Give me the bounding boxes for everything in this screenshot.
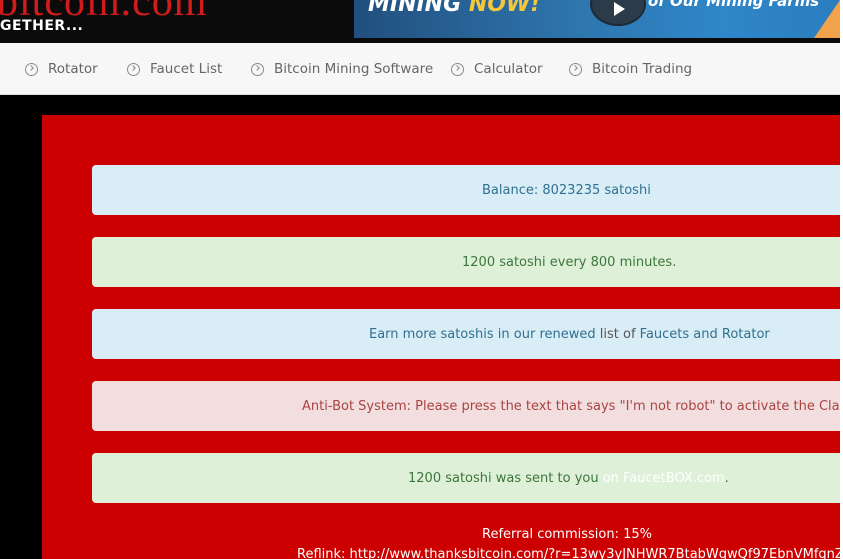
sent-text-wrap: 1200 satoshi was sent to you on FaucetBO… — [408, 471, 729, 486]
referral-link[interactable]: Reflink: http://www.thanksbitcoin.com/?r… — [297, 547, 843, 559]
earn-more-alert: Earn more satoshis in our renewed list o… — [92, 309, 843, 359]
chevron-circle-right-icon — [127, 62, 140, 76]
earn-more-list-text: list — [599, 326, 619, 342]
nav-item-label: Calculator — [474, 61, 543, 77]
nav-item-calculator[interactable]: Calculator — [451, 59, 543, 79]
site-header: bitcoin.com GETHER... MINING NOW! of Our… — [0, 0, 840, 43]
reward-alert: 1200 satoshi every 800 minutes. — [92, 237, 843, 287]
chevron-circle-right-icon — [251, 62, 264, 76]
play-icon[interactable] — [590, 0, 646, 26]
nav-item-rotator[interactable]: Rotator — [25, 59, 98, 79]
banner-corner-accent — [814, 0, 840, 38]
banner-headline-white: MINING — [368, 0, 462, 17]
sent-alert: 1200 satoshi was sent to you on FaucetBO… — [92, 453, 843, 503]
chevron-circle-right-icon — [25, 62, 38, 76]
banner-headline-yellow: NOW! — [468, 0, 541, 17]
earn-more-of-text: of — [623, 326, 636, 342]
nav-item-label: Rotator — [48, 61, 98, 77]
sent-text: 1200 satoshi was sent to you — [408, 470, 599, 486]
antibot-text: Anti-Bot System: Please press the text t… — [302, 398, 843, 414]
reward-text: 1200 satoshi every 800 minutes. — [462, 254, 677, 270]
nav-item-label: Faucet List — [150, 61, 223, 77]
earn-more-text: Earn more satoshis in our renewed list o… — [369, 327, 770, 342]
antibot-alert: Anti-Bot System: Please press the text t… — [92, 381, 843, 431]
balance-text: Balance: 8023235 satoshi — [482, 182, 651, 198]
chevron-circle-right-icon — [451, 62, 464, 76]
banner-subtext: of Our Mining Farms — [648, 0, 820, 10]
banner-headline: MINING NOW! — [368, 0, 540, 17]
nav-item-label: Bitcoin Mining Software — [274, 61, 434, 77]
nav-item-label: Bitcoin Trading — [592, 61, 693, 77]
nav-item-bitcoin-mining-software[interactable]: Bitcoin Mining Software — [251, 59, 433, 79]
main-content: Balance: 8023235 satoshi 1200 satoshi ev… — [0, 95, 843, 559]
chevron-circle-right-icon — [569, 62, 582, 76]
site-tagline: GETHER... — [0, 18, 84, 34]
faucetbox-link[interactable]: on FaucetBOX.com — [603, 471, 725, 486]
sent-end: . — [724, 470, 729, 486]
mining-ad-banner[interactable]: MINING NOW! of Our Mining Farms — [354, 0, 840, 38]
main-nav: Rotator Faucet List Bitcoin Mining Softw… — [0, 43, 840, 95]
referral-commission: Referral commission: 15% — [482, 527, 652, 542]
faucet-panel: Balance: 8023235 satoshi 1200 satoshi ev… — [42, 115, 843, 559]
nav-item-bitcoin-trading[interactable]: Bitcoin Trading — [569, 59, 692, 79]
nav-item-faucet-list[interactable]: Faucet List — [127, 59, 222, 79]
page: bitcoin.com GETHER... MINING NOW! of Our… — [0, 0, 843, 559]
faucets-rotator-link[interactable]: Faucets and Rotator — [640, 327, 770, 342]
balance-alert: Balance: 8023235 satoshi — [92, 165, 843, 215]
earn-more-link[interactable]: Earn more satoshis in our renewed — [369, 327, 596, 342]
